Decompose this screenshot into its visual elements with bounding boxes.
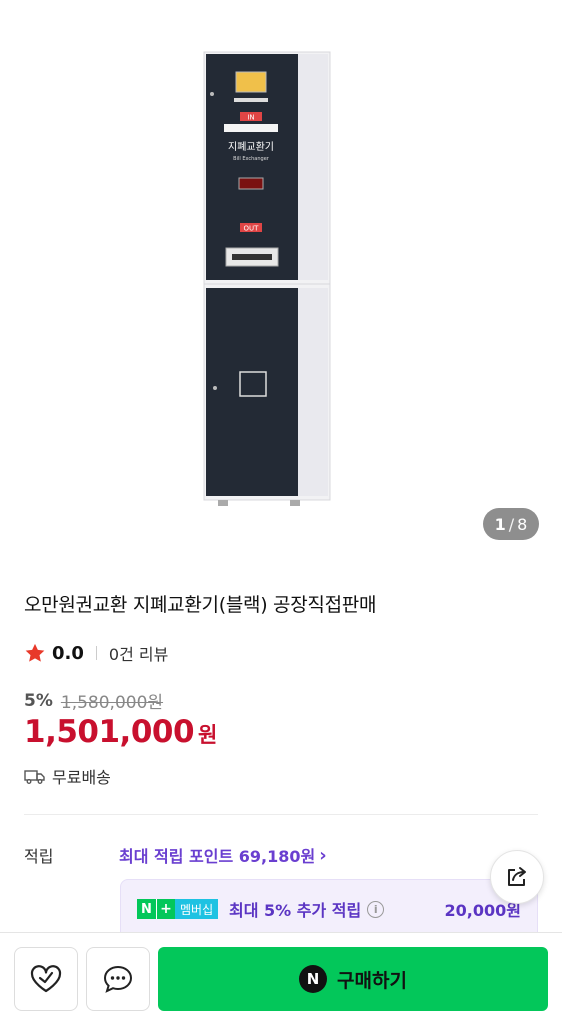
- product-gallery[interactable]: IN 지폐교환기 Bill Exchanger OUT 1 / 8: [0, 0, 562, 560]
- info-icon[interactable]: i: [367, 900, 385, 918]
- device-name-ko: 지폐교환기: [228, 141, 274, 153]
- points-label: 적립: [24, 847, 54, 866]
- price-row: 1,501,000 원: [24, 714, 217, 750]
- badge-n: N: [137, 899, 156, 919]
- membership-badge: N + 멤버십: [137, 899, 219, 919]
- device-name-en: Bill Exchanger: [233, 156, 270, 162]
- star-icon: [25, 643, 45, 662]
- rating-divider: [95, 646, 97, 660]
- chat-icon: [103, 965, 133, 993]
- product-title: 오만원권교환 지폐교환기(블랙) 공장직접판매: [24, 594, 377, 616]
- discount-percent: 5%: [24, 690, 53, 711]
- wishlist-button[interactable]: [14, 947, 78, 1011]
- heart-icon: [30, 965, 62, 993]
- buy-label: 구매하기: [337, 969, 407, 992]
- device-out-label: OUT: [244, 225, 260, 233]
- page-total: 8: [517, 514, 528, 534]
- discount-row: 5% 1,580,000원: [24, 688, 164, 714]
- device-in-label: IN: [247, 114, 254, 122]
- shipping-label: 무료배송: [52, 768, 111, 787]
- naver-pay-icon: N: [299, 965, 328, 993]
- page-separator: /: [508, 514, 515, 534]
- truck-icon: [24, 770, 45, 784]
- chevron-right-icon: ›: [319, 844, 327, 866]
- bottom-action-bar: N 구매하기: [0, 932, 562, 1024]
- max-points-text: 최대 적립 포인트 69,180원: [119, 847, 316, 866]
- review-count[interactable]: 0건 리뷰: [109, 641, 168, 665]
- product-image: IN 지폐교환기 Bill Exchanger OUT: [203, 51, 331, 506]
- sale-price: 1,501,000: [24, 714, 195, 750]
- shipping-info: 무료배송: [24, 764, 111, 788]
- extra-points-text: 최대 5% 추가 적립: [229, 901, 362, 920]
- rating-row[interactable]: 0.0 0건 리뷰: [24, 641, 168, 665]
- rating-score: 0.0: [52, 642, 84, 664]
- share-button[interactable]: [490, 850, 544, 904]
- badge-plus: +: [156, 899, 175, 919]
- page-indicator: 1 / 8: [483, 508, 539, 540]
- max-points-link[interactable]: 최대 적립 포인트 69,180원 ›: [119, 843, 327, 867]
- buy-button[interactable]: N 구매하기: [158, 947, 548, 1011]
- badge-membership: 멤버십: [175, 899, 219, 919]
- price-unit: 원: [198, 723, 218, 747]
- talk-button[interactable]: [86, 947, 150, 1011]
- extra-points: 최대 5% 추가 적립 i: [229, 897, 385, 921]
- page-current: 1: [494, 514, 506, 534]
- share-icon: [508, 867, 526, 886]
- section-divider: [24, 814, 538, 815]
- original-price: 1,580,000원: [60, 693, 164, 713]
